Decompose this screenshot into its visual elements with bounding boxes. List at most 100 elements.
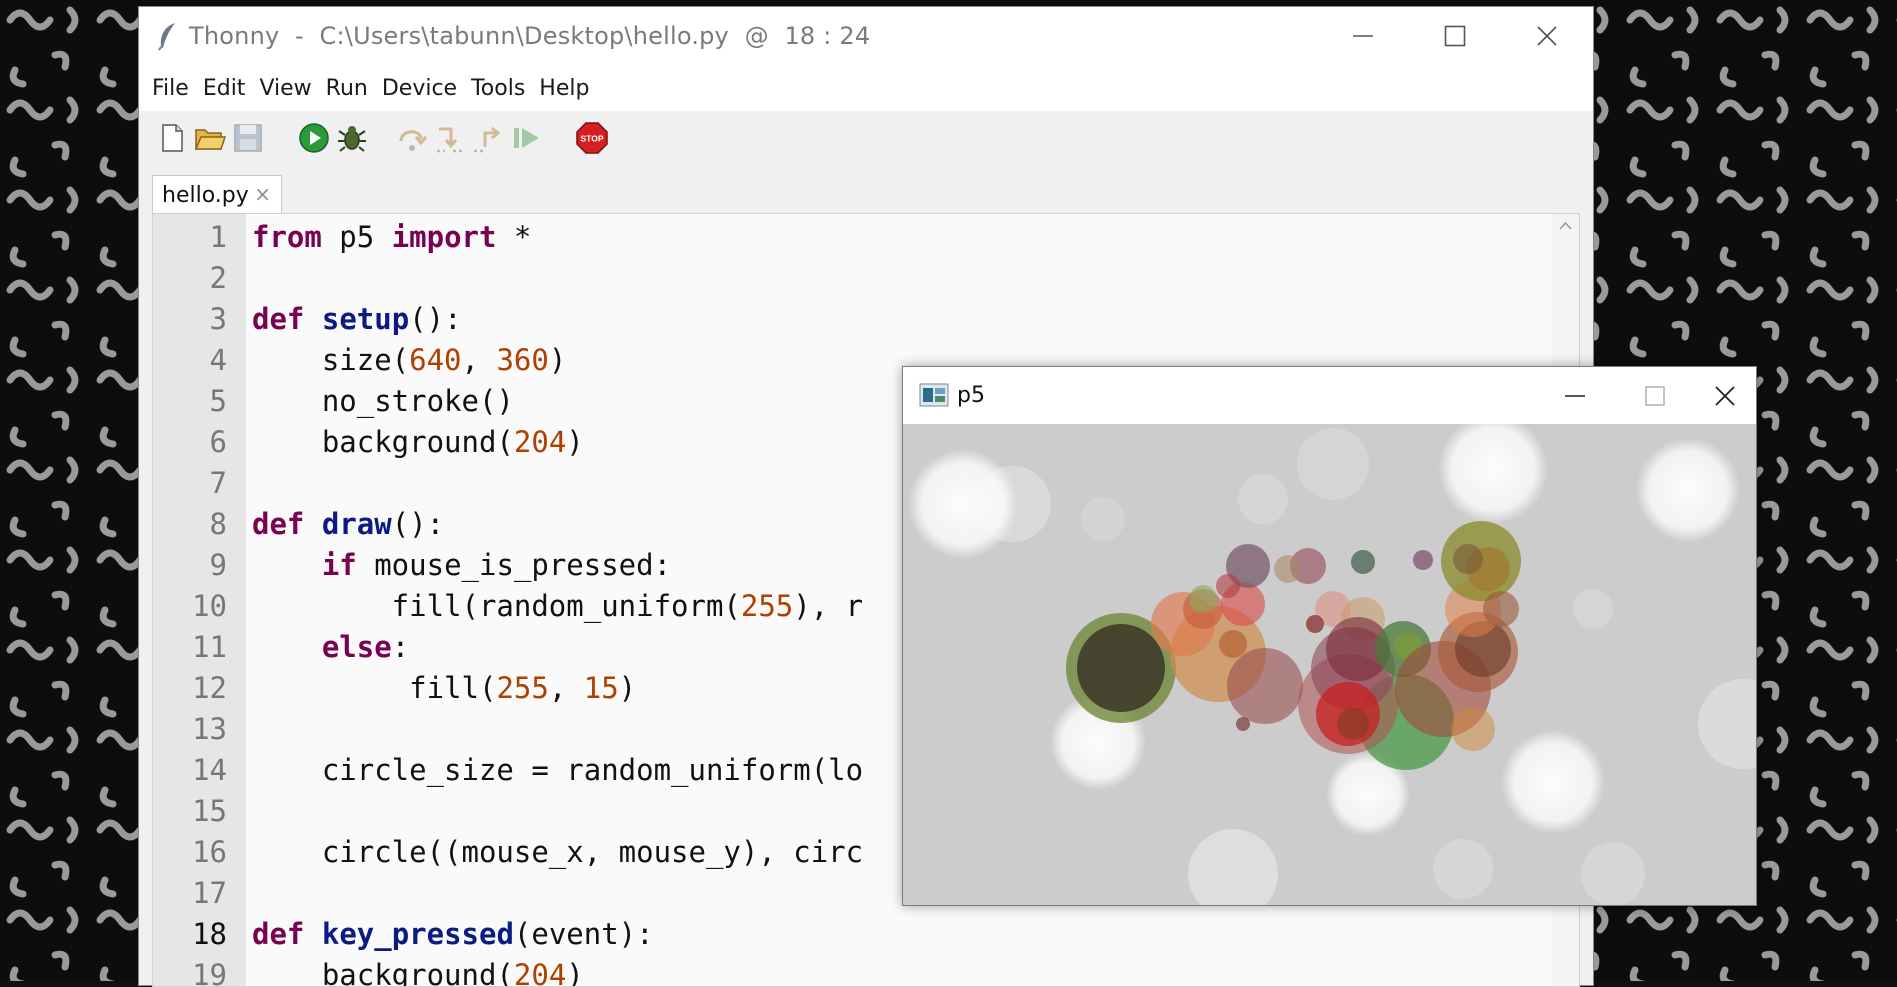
code-line[interactable]: background(204) [252, 955, 584, 987]
p5-window-icon [919, 383, 949, 407]
editor-tab-row: hello.py × [139, 167, 1593, 213]
p5-title-bar[interactable]: p5 [903, 367, 1756, 424]
p5-close-button[interactable] [1694, 367, 1756, 424]
code-token: ) [618, 671, 637, 705]
code-token: ) [566, 958, 584, 987]
p5-canvas[interactable] [903, 424, 1756, 905]
line-number: 10 [192, 589, 227, 623]
code-line[interactable]: background(204) [252, 422, 584, 463]
window-title: Thonny - C:\Users\tabunn\Desktop\hello.p… [189, 22, 871, 50]
code-token: circle_size = random_uniform(lo [252, 753, 864, 787]
code-line[interactable]: fill(random_uniform(255), r [252, 586, 863, 627]
line-number: 2 [209, 261, 227, 295]
code-token: 360 [496, 343, 549, 377]
code-token: ), r [793, 589, 864, 623]
menu-edit[interactable]: Edit [196, 76, 253, 101]
minimize-icon [1353, 35, 1373, 37]
code-token: import [391, 220, 497, 254]
code-token: from [252, 220, 322, 254]
title-bar[interactable]: Thonny - C:\Users\tabunn\Desktop\hello.p… [139, 7, 1593, 65]
code-line[interactable]: circle((mouse_x, mouse_y), circ [252, 832, 863, 873]
code-token: def [252, 507, 305, 541]
toolbar: STOP [139, 111, 1593, 167]
tab-hello-py[interactable]: hello.py × [152, 175, 282, 213]
code-token: (): [391, 507, 445, 541]
line-number: 7 [209, 466, 227, 500]
new-file-icon[interactable] [155, 121, 189, 155]
maximize-icon [1444, 25, 1466, 47]
p5-maximize-button[interactable] [1624, 367, 1686, 424]
step-over-icon[interactable] [395, 121, 429, 155]
code-line[interactable]: from p5 import * [252, 217, 531, 258]
code-token: (event): [513, 917, 654, 951]
code-token: fill(random_uniform( [252, 589, 741, 623]
code-line[interactable]: else: [252, 627, 409, 668]
menu-bar: File Edit View Run Device Tools Help [139, 65, 1593, 111]
code-line[interactable]: size(640, 360) [252, 340, 566, 381]
code-line[interactable]: circle_size = random_uniform(lo [252, 750, 863, 791]
code-token: background( [252, 425, 514, 459]
open-folder-icon[interactable] [193, 121, 227, 155]
code-token: if [321, 548, 357, 582]
code-token: , [548, 671, 584, 705]
save-icon[interactable] [231, 121, 265, 155]
code-token: def [252, 302, 305, 336]
close-button[interactable] [1501, 7, 1593, 65]
p5-minimize-button[interactable] [1544, 367, 1606, 424]
maximize-button[interactable] [1409, 7, 1501, 65]
line-number: 14 [192, 753, 227, 787]
line-number-gutter: 1 2 3 4 5 6 7 8 9 10 11 12 13 14 15 16 17 18 19 [153, 214, 246, 986]
tab-close-icon[interactable]: × [254, 182, 271, 206]
scroll-up-icon[interactable] [1552, 214, 1579, 238]
resume-icon[interactable] [509, 121, 543, 155]
menu-tools[interactable]: Tools [464, 76, 532, 101]
p5-sketch-window: p5 [902, 366, 1757, 906]
maximize-icon [1645, 385, 1665, 406]
tab-label: hello.py [162, 183, 249, 208]
code-token: background( [252, 958, 514, 987]
code-token: 204 [513, 958, 567, 987]
run-icon[interactable] [297, 121, 331, 155]
p5-window-title: p5 [957, 383, 985, 408]
step-out-icon[interactable] [471, 121, 505, 155]
line-number: 15 [192, 794, 227, 828]
line-number: 13 [192, 712, 227, 746]
step-into-icon[interactable] [433, 121, 467, 155]
line-number: 17 [192, 876, 227, 910]
line-number: 4 [209, 343, 227, 377]
line-number: 12 [192, 671, 227, 705]
code-line[interactable]: if mouse_is_pressed: [252, 545, 671, 586]
minimize-button[interactable] [1317, 7, 1409, 65]
code-line[interactable]: fill(255, 15) [252, 668, 636, 709]
line-number: 11 [192, 630, 227, 664]
code-token: key_pressed [321, 917, 514, 951]
menu-device[interactable]: Device [375, 76, 464, 101]
line-number: 1 [209, 220, 227, 254]
menu-file[interactable]: File [145, 76, 196, 101]
menu-view[interactable]: View [252, 76, 318, 101]
menu-run[interactable]: Run [319, 76, 375, 101]
stop-icon[interactable]: STOP [575, 121, 609, 155]
code-token: 255 [740, 589, 794, 623]
code-token: (): [409, 302, 462, 336]
code-token: p5 [321, 220, 392, 254]
svg-text:STOP: STOP [581, 134, 604, 144]
code-line[interactable]: def setup(): [252, 299, 462, 340]
debug-bug-icon[interactable] [335, 121, 369, 155]
minimize-icon [1565, 394, 1585, 397]
code-token: no_stroke() [252, 384, 514, 418]
menu-help[interactable]: Help [532, 76, 596, 101]
line-number: 8 [209, 507, 227, 541]
thonny-feather-icon [158, 23, 175, 51]
line-number: 9 [209, 548, 227, 582]
code-line[interactable]: def key_pressed(event): [252, 914, 654, 955]
code-line[interactable]: def draw(): [252, 504, 444, 545]
line-number: 6 [209, 425, 227, 459]
code-token: 640 [409, 343, 462, 377]
close-icon [1715, 385, 1735, 406]
code-line[interactable]: no_stroke() [252, 381, 514, 422]
code-token: def [252, 917, 305, 951]
